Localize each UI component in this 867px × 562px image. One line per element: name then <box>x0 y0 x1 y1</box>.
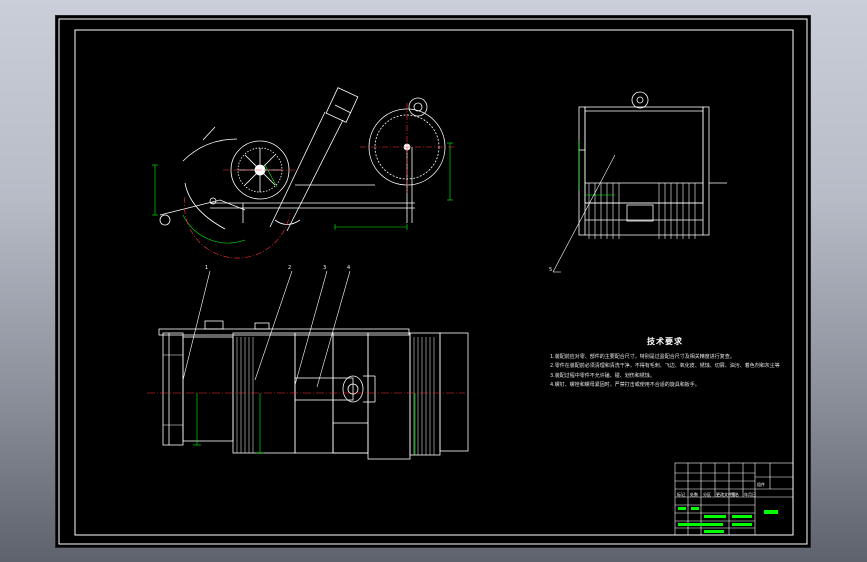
balloon-2: 2 <box>288 265 291 271</box>
tech-requirement-item: 3.装配过程中零件不允许磕、碰、划伤和锈蚀。 <box>550 372 655 379</box>
front-view-dimensions <box>578 140 615 196</box>
balloon-1: 1 <box>205 265 208 271</box>
side-view-dimensions <box>152 142 453 244</box>
cad-drawing: 1 2 3 4 5 组件 <box>58 18 808 545</box>
front-view-teeth <box>588 183 696 239</box>
plan-view-teeth <box>163 337 435 455</box>
technical-requirements: 技术要求 1.装配前应对零、部件的主要配合尺寸，特别是过盈配合尺寸及相关精度进行… <box>550 337 780 391</box>
plan-view <box>158 320 469 460</box>
tech-requirement-item: 4.螺钉、螺栓和螺母紧固时，严禁打击或使用不合适的旋具和扳手。 <box>550 382 700 388</box>
plan-view-dimensions <box>193 393 416 455</box>
leader-front <box>552 154 616 273</box>
tb-label-zone: 分区 <box>703 492 711 497</box>
drawing-sheet: 1 2 3 4 5 组件 技术要求 1.装配前应对零、部件的主要配合尺寸，特别是… <box>55 15 811 548</box>
balloon-4: 4 <box>347 265 350 271</box>
balloon-5: 5 <box>549 267 552 273</box>
tb-label-mark: 标记 <box>677 492 685 497</box>
title-block-fills <box>678 507 778 533</box>
tech-requirements-title: 技术要求 <box>647 337 683 346</box>
tech-requirement-item: 2.零件在装配前必须清理和清洗干净，不得有毛刺、飞边、氧化皮、锈蚀、切屑、油污、… <box>550 363 780 369</box>
balloon-3: 3 <box>323 265 326 271</box>
inner-border <box>74 29 794 536</box>
title-block-name: 组件 <box>757 481 765 487</box>
tb-label-sign: 签名 <box>731 492 739 497</box>
outer-border <box>58 18 808 545</box>
side-view <box>159 87 446 232</box>
tb-label-count: 处数 <box>690 492 698 497</box>
tech-requirement-item: 1.装配前应对零、部件的主要配合尺寸，特别是过盈配合尺寸及相关精度进行复查。 <box>550 353 735 360</box>
tb-label-date: 年月日 <box>744 492 756 497</box>
side-view-centerlines <box>184 103 455 259</box>
